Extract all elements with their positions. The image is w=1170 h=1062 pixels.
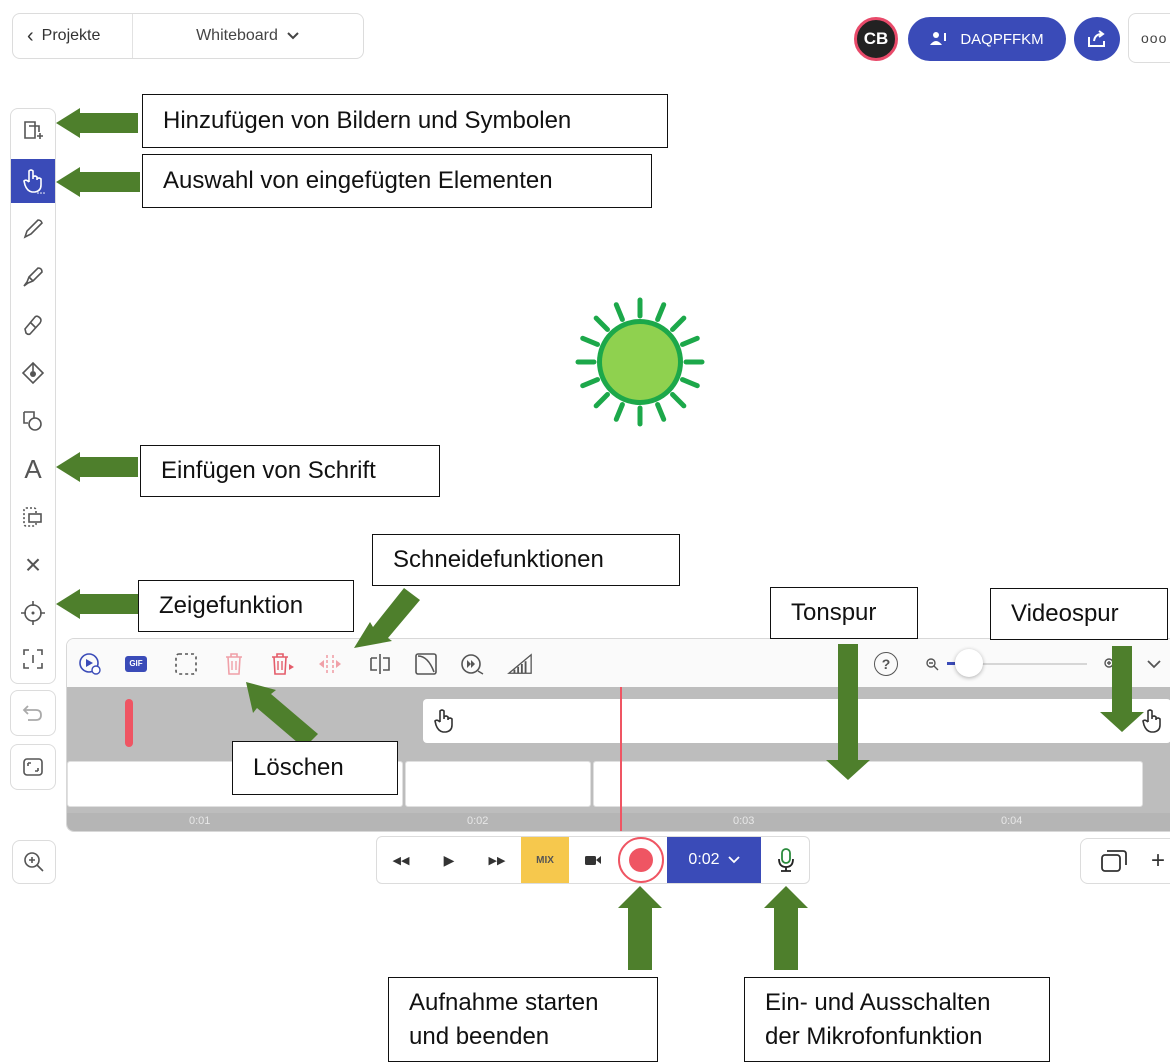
arrow-select [56,167,140,197]
annotation-mic: Ein- und Ausschalten der Mikrofonfunktio… [744,977,1050,1062]
annotation-insert-text: Einfügen von Schrift [140,445,440,497]
arrow-add-images [56,108,138,138]
annotation-delete: Löschen [232,741,398,795]
annotation-cut-functions: Schneidefunktionen [372,534,680,586]
arrow-cut [354,588,420,648]
arrow-delete [246,682,318,748]
annotation-record: Aufnahme starten und beenden [388,977,658,1062]
arrow-mic [764,886,808,970]
annotation-mic-line1: Ein- und Ausschalten [765,988,991,1016]
annotation-record-line1: Aufnahme starten [409,988,599,1016]
annotation-mic-line2: der Mikrofonfunktion [765,1022,983,1050]
arrow-record [618,886,662,970]
arrow-text [56,452,138,482]
annotation-pointer: Zeigefunktion [138,580,354,632]
annotation-video-track: Videospur [990,588,1168,640]
annotation-select-elements: Auswahl von eingefügten Elementen [142,154,652,208]
annotation-audio-track: Tonspur [770,587,918,639]
annotation-record-line2: und beenden [409,1022,550,1050]
annotation-add-images: Hinzufügen von Bildern und Symbolen [142,94,668,148]
arrow-video [1100,646,1144,732]
arrow-audio [826,644,870,780]
arrow-pointer [56,589,138,619]
